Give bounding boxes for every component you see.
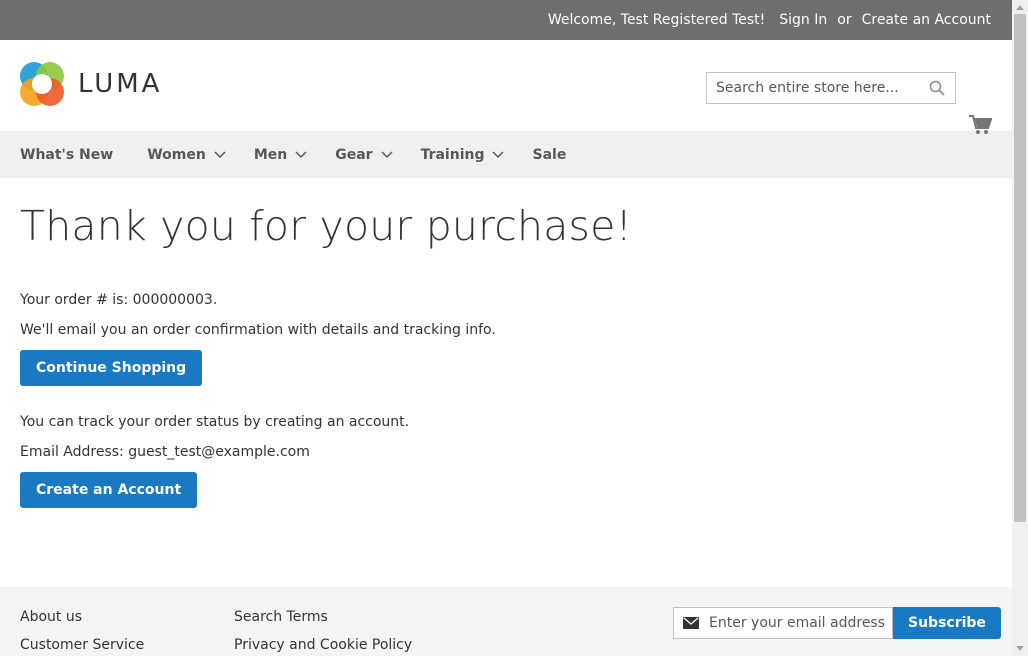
mail-icon <box>683 617 699 629</box>
welcome-message: Welcome, Test Registered Test! <box>547 12 766 28</box>
search-icon[interactable] <box>929 80 945 96</box>
newsletter-form: Subscribe <box>673 607 1001 639</box>
nav-item-gear[interactable]: Gear <box>335 146 393 163</box>
create-account-button[interactable]: Create an Account <box>20 472 198 508</box>
header: LUMA <box>0 40 1012 134</box>
footer-links-col1: About us Customer Service <box>20 603 144 656</box>
scrollbar-thumb[interactable] <box>1014 14 1026 522</box>
chevron-down-icon <box>381 150 393 158</box>
main-nav: What's New Women Men Gear Training Sale <box>0 131 1012 178</box>
luma-logo-icon <box>20 62 64 106</box>
nav-item-training[interactable]: Training <box>421 147 505 163</box>
cart-icon[interactable] <box>968 114 992 136</box>
top-bar: Welcome, Test Registered Test! Sign In o… <box>0 0 1012 40</box>
subscribe-button[interactable]: Subscribe <box>893 607 1001 639</box>
continue-shopping-button[interactable]: Continue Shopping <box>20 350 203 386</box>
logo-text: LUMA <box>78 69 163 99</box>
search-box <box>706 72 956 104</box>
nav-item-women[interactable]: Women <box>147 147 226 163</box>
nav-label: Women <box>147 146 206 163</box>
chevron-down-icon <box>214 150 226 158</box>
main-content: Thank you for your purchase! Your order … <box>0 202 1012 508</box>
nav-label: Men <box>253 146 288 163</box>
confirmation-text: We'll email you an order confirmation wi… <box>20 322 496 338</box>
create-account-link[interactable]: Create an Account <box>862 12 991 28</box>
footer: About us Customer Service Search Terms P… <box>0 587 1012 656</box>
newsletter-email-input[interactable] <box>709 615 889 631</box>
footer-link-search-terms[interactable]: Search Terms <box>234 603 412 631</box>
footer-link-about-us[interactable]: About us <box>20 603 144 631</box>
email-address-text: Email Address: guest_test@example.com <box>20 444 310 460</box>
nav-label: Sale <box>532 146 567 163</box>
footer-link-privacy-policy[interactable]: Privacy and Cookie Policy <box>234 631 412 656</box>
footer-link-customer-service[interactable]: Customer Service <box>20 631 144 656</box>
nav-item-sale[interactable]: Sale <box>532 147 566 163</box>
nav-label: What's New <box>20 146 114 163</box>
track-order-text: You can track your order status by creat… <box>20 414 410 430</box>
nav-label: Gear <box>335 146 373 163</box>
nav-item-men[interactable]: Men <box>254 147 307 163</box>
nav-item-whats-new[interactable]: What's New <box>20 147 113 163</box>
page-scrollbar[interactable] <box>1012 0 1028 656</box>
nav-label: Training <box>420 146 485 163</box>
or-separator: or <box>837 12 852 28</box>
page-title: Thank you for your purchase! <box>20 202 633 250</box>
search-input[interactable] <box>707 80 922 96</box>
scroll-up-arrow-icon[interactable] <box>1016 4 1024 10</box>
sign-in-link[interactable]: Sign In <box>779 12 827 28</box>
chevron-down-icon <box>492 150 505 158</box>
chevron-down-icon <box>295 150 307 158</box>
luma-logo[interactable]: LUMA <box>20 62 162 106</box>
footer-links-col2: Search Terms Privacy and Cookie Policy <box>234 603 412 656</box>
page: Welcome, Test Registered Test! Sign In o… <box>0 0 1012 656</box>
newsletter-field <box>673 607 893 639</box>
scroll-down-arrow-icon[interactable] <box>1016 646 1024 652</box>
order-number-text: Your order # is: 000000003. <box>20 292 218 308</box>
